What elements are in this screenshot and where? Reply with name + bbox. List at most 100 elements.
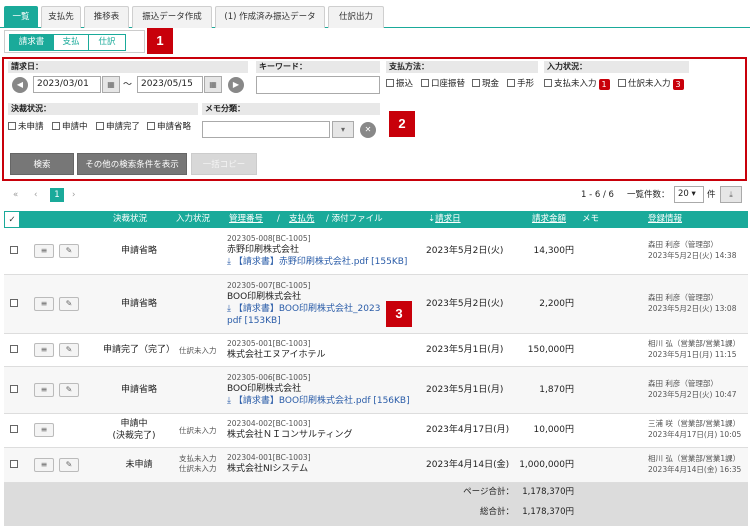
date-prev-icon[interactable]: ◀ <box>12 77 28 93</box>
approval-status: 申請完了（完了） <box>102 345 175 355</box>
table-row[interactable]: ≡ ✎ 未申請 支払未入力 仕訳未入力 202304-001[BC-1003] … <box>4 448 748 483</box>
more-conditions-button[interactable]: その他の検索条件を表示 <box>77 153 187 175</box>
tab-journal-export[interactable]: 仕訳出力 <box>328 6 384 28</box>
payee-name[interactable]: 赤野印刷株式会社 <box>227 245 299 256</box>
col-amount[interactable]: 請求金額 <box>532 211 566 228</box>
edit-icon[interactable]: ✎ <box>59 343 79 357</box>
clear-icon[interactable]: ✕ <box>360 122 376 138</box>
select-all-checkbox[interactable]: ✓ <box>4 211 20 228</box>
invoice-date: 2023年5月1日(月) <box>426 385 504 395</box>
next-page-link[interactable]: › <box>72 189 75 201</box>
row-checkbox[interactable] <box>10 299 20 310</box>
table-row[interactable]: ≡ ✎ 申請省略 202305-006[BC-1005] BOO印刷株式会社 ⤓… <box>4 367 748 414</box>
count-badge: 1 <box>598 79 610 90</box>
col-payee[interactable]: 支払先 <box>289 211 315 228</box>
payee-name[interactable]: 株式会社NIシステム <box>227 464 308 475</box>
table-row[interactable]: ≡ ✎ 申請省略 202305-007[BC-1005] BOO印刷株式会社 ⤓… <box>4 275 748 334</box>
memo-select[interactable] <box>202 121 330 138</box>
attachment-link[interactable]: ⤓ 【請求書】BOO印刷株式会社_2023 <box>227 304 380 315</box>
col-mgmt-no[interactable]: 管理番号 <box>229 211 263 228</box>
approval-icon[interactable]: ≡ <box>34 383 54 397</box>
tab-payees[interactable]: 支払先 <box>41 6 81 28</box>
table-row[interactable]: ≡ 申請中 (決裁完了) 仕訳未入力 202304-002[BC-1003] 株… <box>4 414 748 448</box>
paymethod-cash-checkbox[interactable]: 現金 <box>472 78 499 90</box>
approval-status: 未申請 <box>125 460 153 470</box>
date-from-field[interactable]: 2023/03/01 <box>33 76 101 93</box>
registered-by: 相川 弘（営業部/営業1課） <box>648 454 741 463</box>
approval-omitted-checkbox[interactable]: 申請省略 <box>147 121 191 133</box>
approval-icon[interactable]: ≡ <box>34 244 54 258</box>
tab-transfer-create[interactable]: 振込データ作成 <box>132 6 212 28</box>
per-page-select[interactable]: 20 ▾ <box>674 186 704 203</box>
totals-footer: ページ合計： 1,178,370円 総合計： 1,178,370円 <box>4 483 748 526</box>
input-status: 支払未入力 <box>179 454 217 463</box>
calendar-icon[interactable]: ▦ <box>102 76 120 93</box>
date-next-icon[interactable]: ▶ <box>228 77 244 93</box>
invoice-amount: 1,870円 <box>539 385 574 395</box>
subtab-invoice[interactable]: 請求書 <box>9 34 54 51</box>
edit-icon[interactable]: ✎ <box>59 244 79 258</box>
edit-icon[interactable]: ✎ <box>59 383 79 397</box>
table-row[interactable]: ≡ ✎ 申請完了（完了） 仕訳未入力 202305-001[BC-1003] 株… <box>4 334 748 367</box>
page-range: 1 - 6 / 6 <box>581 190 614 200</box>
invoice-amount: 10,000円 <box>533 425 575 435</box>
row-checkbox[interactable] <box>10 385 20 396</box>
mgmt-number: 202304-001[BC-1003] <box>227 453 311 462</box>
journal-uninput-checkbox[interactable]: 仕訳未入力 3 <box>618 78 684 90</box>
date-separator: ～ <box>123 80 133 90</box>
row-checkbox[interactable] <box>10 425 20 436</box>
col-memo: メモ <box>582 214 600 224</box>
date-to-field[interactable]: 2023/05/15 <box>137 76 203 93</box>
grand-total-label: 総合計： <box>479 507 514 517</box>
subtab-payment[interactable]: 支払 <box>53 34 89 51</box>
paymethod-bill-checkbox[interactable]: 手形 <box>507 78 534 90</box>
table-row[interactable]: ≡ ✎ 申請省略 202305-008[BC-1005] 赤野印刷株式会社 ⤓ … <box>4 228 748 275</box>
attachment-link[interactable]: ⤓ 【請求書】赤野印刷株式会社.pdf [155KB] <box>227 257 407 268</box>
approval-complete-checkbox[interactable]: 申請完了 <box>96 121 140 133</box>
row-checkbox[interactable] <box>10 460 20 471</box>
payee-name[interactable]: BOO印刷株式会社 <box>227 292 301 303</box>
paymethod-transfer-checkbox[interactable]: 振込 <box>386 78 413 90</box>
approval-pending-checkbox[interactable]: 申請中 <box>52 121 88 133</box>
chevron-down-icon[interactable]: ▾ <box>332 121 354 138</box>
row-checkbox[interactable] <box>10 246 20 257</box>
attachment-link-cont[interactable]: pdf [153KB] <box>227 316 281 327</box>
keyword-input[interactable] <box>256 76 380 94</box>
approval-unapplied-checkbox[interactable]: 未申請 <box>8 121 44 133</box>
edit-icon[interactable]: ✎ <box>59 297 79 311</box>
download-icon[interactable]: ⤓ <box>720 186 742 203</box>
tab-transition[interactable]: 推移表 <box>84 6 129 28</box>
edit-icon[interactable]: ✎ <box>59 458 79 472</box>
input-status-2: 仕訳未入力 <box>179 464 217 473</box>
approval-icon[interactable]: ≡ <box>34 343 54 357</box>
approval-status: 申請省略 <box>120 299 157 309</box>
col-invoice-date[interactable]: ⇣請求日 <box>428 211 461 228</box>
input-status: 仕訳未入力 <box>179 426 217 435</box>
mgmt-number: 202304-002[BC-1003] <box>227 419 311 428</box>
registered-at: 2023年4月14日(金) 16:35 <box>648 465 742 474</box>
payment-uninput-checkbox[interactable]: 支払未入力 1 <box>544 78 610 90</box>
paymethod-debit-checkbox[interactable]: 口座振替 <box>421 78 465 90</box>
mgmt-number: 202305-006[BC-1005] <box>227 373 311 382</box>
mgmt-number: 202305-007[BC-1005] <box>227 281 311 290</box>
subtab-journal[interactable]: 仕訳 <box>88 34 126 51</box>
approval-icon[interactable]: ≡ <box>34 423 54 437</box>
bulk-copy-button[interactable]: 一括コピー <box>191 153 257 175</box>
invoice-list-screen: 一覧 支払先 推移表 振込データ作成 (1) 作成済み振込データ 仕訳出力 請求… <box>0 0 750 526</box>
first-page-link[interactable]: « <box>13 189 18 201</box>
approval-icon[interactable]: ≡ <box>34 297 54 311</box>
tab-list[interactable]: 一覧 <box>4 6 38 28</box>
attachment-link[interactable]: ⤓ 【請求書】BOO印刷株式会社.pdf [156KB] <box>227 396 410 407</box>
payee-name[interactable]: 株式会社エヌアイホテル <box>227 350 326 361</box>
search-button[interactable]: 検索 <box>10 153 74 175</box>
current-page[interactable]: 1 <box>50 188 64 202</box>
prev-page-link[interactable]: ‹ <box>34 189 37 201</box>
payee-name[interactable]: BOO印刷株式会社 <box>227 384 301 395</box>
tab-transfer-created[interactable]: (1) 作成済み振込データ <box>215 6 325 28</box>
calendar-icon[interactable]: ▦ <box>204 76 222 93</box>
payee-name[interactable]: 株式会社ＮＩコンサルティング <box>227 430 352 441</box>
page-total-value: 1,178,370円 <box>522 487 574 497</box>
col-registration[interactable]: 登録情報 <box>648 211 682 228</box>
row-checkbox[interactable] <box>10 345 20 356</box>
approval-icon[interactable]: ≡ <box>34 458 54 472</box>
